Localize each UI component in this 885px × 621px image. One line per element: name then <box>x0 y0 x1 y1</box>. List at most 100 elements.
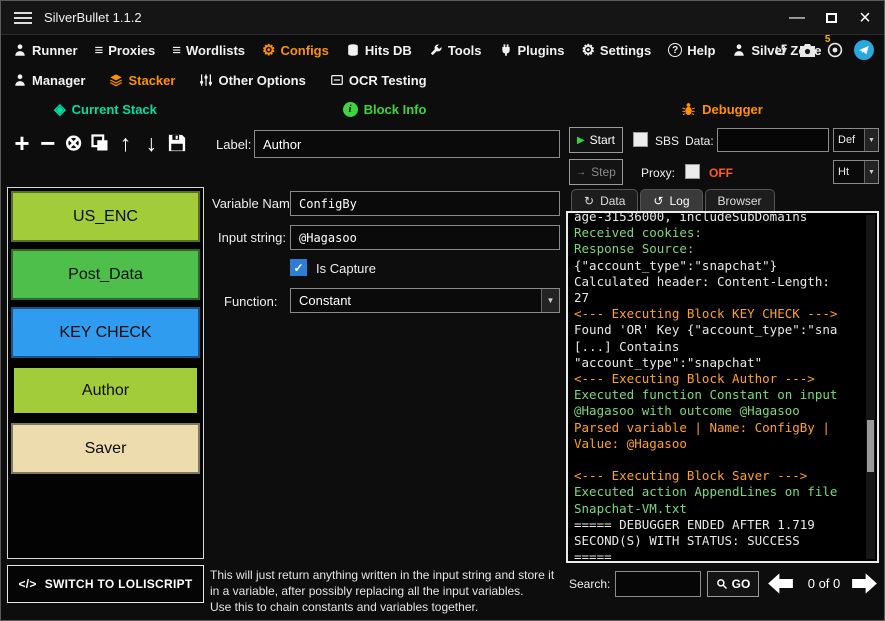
close-button[interactable]: × <box>848 1 882 35</box>
next-result-button[interactable] <box>851 570 878 597</box>
add-block-button[interactable]: + <box>9 130 35 156</box>
stack-block[interactable]: US_ENC <box>11 191 200 242</box>
screenshot-button[interactable] <box>799 43 816 58</box>
input-string-input[interactable] <box>290 225 560 250</box>
wrench-icon <box>430 44 442 56</box>
go-button[interactable]: GO <box>707 571 759 597</box>
window-controls: — × <box>780 1 882 35</box>
clear-stack-button[interactable]: ⊗ <box>61 130 87 156</box>
proxy-label: Proxy: <box>641 166 676 180</box>
chevron-down-icon: ▼ <box>864 129 878 151</box>
aperture-button[interactable] <box>827 42 843 58</box>
nav-item-hits-db[interactable]: Hits DB <box>346 43 412 58</box>
layers-icon <box>110 74 123 87</box>
label-input[interactable] <box>254 130 560 158</box>
list-icon: ≡ <box>94 41 104 59</box>
start-button[interactable]: ▶ Start <box>569 127 623 153</box>
log-line: Received cookies: <box>574 225 702 241</box>
nav-label: Runner <box>32 42 78 58</box>
start-label: Start <box>589 133 616 147</box>
maximize-icon <box>825 13 837 23</box>
manager-icon <box>15 74 25 86</box>
nav-item-help[interactable]: ? Help <box>668 43 715 58</box>
clone-block-button[interactable] <box>87 130 113 156</box>
stack-diamond-icon: ◈ <box>54 100 66 118</box>
nav-item-proxies[interactable]: ≡ Proxies <box>95 43 156 58</box>
function-select[interactable]: Constant ▼ <box>290 288 560 313</box>
chevron-down-icon: ▼ <box>541 289 559 312</box>
tab-log[interactable]: ↺ Log <box>640 189 703 212</box>
data-type-value: Def <box>838 134 856 146</box>
log-line: SECOND(S) WITH STATUS: SUCCESS <box>574 533 800 549</box>
sbs-checkbox[interactable] <box>633 132 648 147</box>
nav-item-settings[interactable]: ⚙ Settings <box>581 43 651 58</box>
tab-browser[interactable]: Browser <box>704 189 775 212</box>
debugger-title: Debugger <box>702 101 763 117</box>
subnav-item-ocr-testing[interactable]: OCR Testing <box>330 73 427 88</box>
stack-block[interactable]: KEY CHECK <box>11 307 200 358</box>
telegram-icon <box>859 45 869 55</box>
proxy-checkbox[interactable] <box>685 164 700 179</box>
minimize-button[interactable]: — <box>780 1 814 35</box>
nav-item-tools[interactable]: Tools <box>429 43 482 58</box>
switch-to-loliscript-button[interactable]: </> SWITCH TO LOLISCRIPT <box>7 565 204 603</box>
nav-item-plugins[interactable]: Plugins <box>499 43 564 58</box>
log-line: 27 <box>574 290 590 306</box>
stack-block-list: US_ENC Post_Data KEY CHECK Author Saver <box>7 187 204 559</box>
step-button[interactable]: → Step <box>569 159 623 185</box>
remove-block-button[interactable]: − <box>35 130 61 156</box>
input-string-caption: Input string: <box>218 230 286 245</box>
log-line: Snapchat-VM.txt <box>574 500 687 516</box>
telegram-button[interactable] <box>854 40 874 60</box>
previous-result-button[interactable] <box>767 570 794 597</box>
stack-block[interactable]: Post_Data <box>11 249 200 300</box>
stack-block[interactable]: Saver <box>11 423 200 474</box>
log-output: age-31536000, includeSubDomains Received … <box>568 213 877 561</box>
stack-panel: ◈ Current Stack + − ⊗ ↑ ↓ US_ENC Post_Dat… <box>7 97 204 614</box>
database-icon <box>348 44 358 56</box>
app-title: SilverBullet 1.1.2 <box>44 10 142 25</box>
stack-block[interactable]: Author <box>11 365 200 416</box>
move-up-button[interactable]: ↑ <box>112 130 138 156</box>
stack-toolbar: + − ⊗ ↑ ↓ <box>9 123 190 163</box>
log-line: "account_type":"snapchat" <box>574 354 763 370</box>
variable-name-input[interactable] <box>290 191 560 216</box>
function-value: Constant <box>299 293 352 308</box>
info-icon: i <box>342 101 358 117</box>
nav-tools: ↺ <box>774 35 874 65</box>
log-scrollbar[interactable] <box>866 215 875 559</box>
proxy-type-select[interactable]: Ht ▼ <box>833 160 879 184</box>
nav-item-runner[interactable]: Runner <box>13 43 78 58</box>
nav-item-wordlists[interactable]: ≡ Wordlists <box>172 43 245 58</box>
save-config-button[interactable] <box>164 130 190 156</box>
clock-icon: ↺ <box>653 194 664 208</box>
list-icon: ≡ <box>172 41 182 59</box>
nav-label: Tools <box>447 42 482 58</box>
maximize-button[interactable] <box>814 1 848 35</box>
hamburger-menu-icon[interactable] <box>14 11 32 24</box>
play-icon: ▶ <box>576 134 585 146</box>
person-icon <box>734 44 745 56</box>
sub-nav: Manager Stacker Other Options OCR Testin… <box>1 65 884 95</box>
move-down-button[interactable]: ↓ <box>138 130 164 156</box>
log-line: {"account_type":"snapchat"} <box>574 257 778 273</box>
history-button[interactable]: ↺ <box>774 42 788 59</box>
subnav-item-other-options[interactable]: Other Options <box>199 73 306 88</box>
nav-item-configs[interactable]: ⚙ Configs <box>262 43 329 58</box>
save-icon <box>168 134 186 152</box>
tab-data[interactable]: ↻ Data <box>571 189 639 212</box>
is-capture-checkbox[interactable]: ✓ <box>290 259 307 276</box>
debugger-tabs: ↻ Data ↺ Log Browser <box>571 189 777 212</box>
copy-icon <box>90 134 107 151</box>
search-icon <box>716 579 727 590</box>
log-scrollbar-thumb[interactable] <box>867 420 874 472</box>
log-line: <--- Executing Block Author ---> <box>574 371 815 387</box>
subnav-item-stacker[interactable]: Stacker <box>109 73 175 88</box>
nav-label: Help <box>687 42 716 58</box>
subnav-item-manager[interactable]: Manager <box>13 73 85 88</box>
search-input[interactable] <box>615 571 701 597</box>
data-input[interactable] <box>717 128 829 152</box>
proxy-off-label: OFF <box>709 166 733 180</box>
data-type-select[interactable]: Def ▼ <box>833 128 879 152</box>
